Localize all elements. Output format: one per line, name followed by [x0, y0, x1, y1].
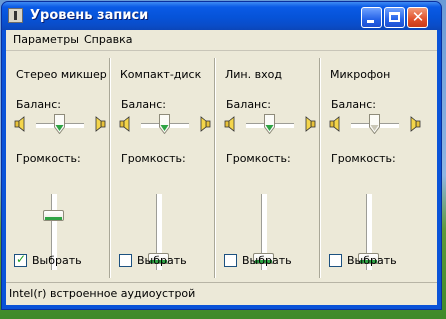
select-checkbox[interactable]: ✓	[14, 252, 27, 267]
channel-name: Микрофон	[330, 68, 391, 81]
window-client: Параметры Справка Стерео микшер Баланс: …	[6, 30, 437, 305]
select-label[interactable]: Выбрать	[137, 254, 187, 267]
select-label[interactable]: Выбрать	[242, 254, 292, 267]
volume-label: Громкость:	[16, 152, 81, 165]
recording-window: Уровень записи ✕ Параметры Справка Стере…	[1, 1, 442, 310]
close-icon: ✕	[411, 8, 425, 26]
mixer-panel: Компакт-диск Баланс: Громкость: Выбрать	[111, 52, 215, 280]
status-bar: Intel(r) встроенное аудиоустрой	[6, 282, 437, 305]
menu-bar: Параметры Справка	[6, 30, 437, 51]
select-checkbox[interactable]	[224, 254, 237, 267]
balance-label: Баланс:	[16, 98, 62, 111]
speaker-left-icon	[14, 116, 25, 132]
maximize-button[interactable]	[384, 7, 405, 28]
volume-label: Громкость:	[331, 152, 396, 165]
title-bar[interactable]: Уровень записи ✕	[2, 2, 441, 30]
status-text: Intel(r) встроенное аудиоустрой	[9, 287, 196, 300]
menu-help[interactable]: Справка	[84, 33, 132, 46]
mixer-panel: Стерео микшер Баланс: Громкость: ✓ Выбра…	[6, 52, 110, 280]
select-checkbox[interactable]	[119, 254, 132, 267]
panel-divider	[214, 58, 216, 278]
balance-slider-thumb[interactable]	[369, 114, 380, 134]
speaker-right-icon	[305, 116, 316, 132]
speaker-left-icon	[329, 116, 340, 132]
speaker-right-icon	[200, 116, 211, 132]
maximize-icon	[389, 12, 400, 22]
checkmark-icon: ✓	[16, 252, 27, 266]
volume-label: Громкость:	[226, 152, 291, 165]
channel-name: Стерео микшер	[16, 68, 107, 81]
balance-label: Баланс:	[226, 98, 272, 111]
minimize-button[interactable]	[361, 7, 382, 28]
speaker-left-icon	[224, 116, 235, 132]
channel-name: Лин. вход	[225, 68, 282, 81]
minimize-icon	[367, 20, 374, 23]
balance-slider-thumb[interactable]	[264, 114, 275, 134]
panel-divider	[319, 58, 321, 278]
balance-label: Баланс:	[121, 98, 167, 111]
speaker-left-icon	[119, 116, 130, 132]
select-checkbox[interactable]	[329, 254, 342, 267]
balance-slider-thumb[interactable]	[54, 114, 65, 134]
menu-parameters[interactable]: Параметры	[13, 33, 79, 46]
mixer-panel: Микрофон Баланс: Громкость: Выбрать	[321, 52, 425, 280]
close-button[interactable]: ✕	[407, 7, 428, 28]
select-label[interactable]: Выбрать	[32, 254, 82, 267]
balance-label: Баланс:	[331, 98, 377, 111]
channel-name: Компакт-диск	[120, 68, 202, 81]
speaker-right-icon	[410, 116, 421, 132]
volume-label: Громкость:	[121, 152, 186, 165]
volume-slider-thumb[interactable]	[43, 210, 64, 222]
select-label[interactable]: Выбрать	[347, 254, 397, 267]
speaker-right-icon	[95, 116, 106, 132]
panel-divider	[109, 58, 111, 278]
window-title: Уровень записи	[30, 8, 149, 23]
app-icon[interactable]	[8, 8, 23, 23]
balance-slider-thumb[interactable]	[159, 114, 170, 134]
mixer-panel: Лин. вход Баланс: Громкость: Выбрать	[216, 52, 320, 280]
